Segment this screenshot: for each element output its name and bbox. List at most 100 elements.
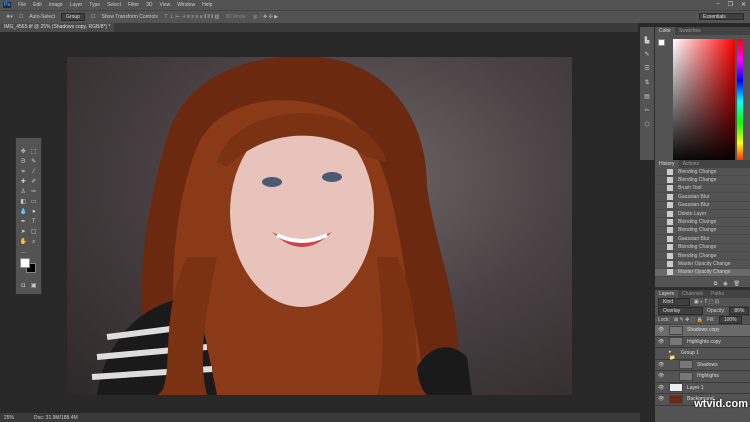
3d-tool-icons[interactable]: ◎ ◌ ✥ ✣ ▶ [253, 14, 278, 20]
gradient-tool-icon[interactable]: ▭ [30, 198, 39, 206]
menu-type[interactable]: Type [89, 2, 100, 8]
close-icon[interactable]: ✕ [741, 1, 746, 8]
pen-tool-icon[interactable]: ✒ [19, 218, 28, 226]
visibility-eye-icon[interactable]: 👁 [658, 362, 665, 368]
visibility-eye-icon[interactable]: 👁 [658, 373, 665, 379]
workspace-select[interactable]: Essentials [699, 13, 744, 20]
hand-tool-icon[interactable]: ✋ [19, 238, 28, 246]
3d-icon[interactable]: ⬡ [644, 121, 649, 128]
blur-tool-icon[interactable]: 💧 [19, 208, 28, 216]
history-item[interactable]: Blending Change [655, 168, 750, 177]
more-tools-icon[interactable]: … [19, 248, 28, 256]
crop-tool-icon[interactable]: ⌗ [19, 168, 28, 176]
history-item[interactable]: Blending Change [655, 244, 750, 252]
menu-image[interactable]: Image [49, 2, 63, 8]
tab-swatches[interactable]: Swatches [675, 28, 705, 34]
history-item[interactable]: Blending Change [655, 218, 750, 227]
menu-layer[interactable]: Layer [70, 2, 83, 8]
zoom-level[interactable]: 25% [4, 415, 14, 421]
menu-view[interactable]: View [160, 2, 171, 8]
type-tool-icon[interactable]: T [30, 218, 39, 226]
brush-tool-icon[interactable]: ✐ [30, 178, 39, 186]
hue-slider[interactable] [737, 39, 743, 164]
menu-edit[interactable]: Edit [33, 2, 42, 8]
zoom-tool-icon[interactable]: ⌕ [30, 238, 39, 246]
history-item[interactable]: Gaussian Blur [655, 235, 750, 244]
healing-tool-icon[interactable]: ✚ [19, 178, 28, 186]
history-item-label: Blending Change [678, 252, 717, 259]
layer-row[interactable]: ▸📁 Group 1 [655, 348, 750, 361]
adjustments-icon[interactable]: ⇅ [644, 79, 649, 86]
history-item[interactable]: Blending Change [655, 227, 750, 236]
menu-filter[interactable]: Filter [128, 2, 139, 8]
history-item[interactable]: Blending Change [655, 252, 750, 261]
menu-select[interactable]: Select [107, 2, 121, 8]
tab-layers[interactable]: Layers [655, 290, 679, 298]
properties-icon[interactable]: ☰ [644, 65, 649, 72]
history-item[interactable]: Gaussian Blur [655, 193, 750, 202]
move-tool-icon[interactable]: ✥▾ [6, 14, 13, 20]
tab-channels[interactable]: Channels [678, 291, 707, 297]
quick-select-tool-icon[interactable]: ✎ [30, 158, 39, 166]
photoshop-logo: Ps [3, 2, 12, 8]
group-select[interactable]: Group [61, 13, 85, 21]
history-item[interactable]: Master Opacity Change [655, 268, 750, 278]
opacity-input[interactable]: 86% [729, 307, 750, 315]
show-transform-checkbox[interactable]: ☐ [91, 14, 95, 20]
visibility-eye-icon[interactable]: 👁 [658, 327, 665, 333]
document-tab[interactable]: IMG_4565.tif @ 25% (Shadows copy, RGB/8*… [0, 23, 115, 32]
foreground-color[interactable] [658, 39, 665, 46]
tab-paths[interactable]: Paths [707, 291, 728, 297]
stamp-tool-icon[interactable]: ♙ [19, 188, 28, 196]
history-item[interactable]: Master Opacity Change [655, 260, 750, 269]
history-item[interactable]: Gaussian Blur [655, 202, 750, 210]
lock-icons[interactable]: ⊠ ✎ ✥ ⬚ 🔒 [674, 317, 703, 323]
marquee-tool-icon[interactable]: ⬚ [30, 148, 39, 156]
layer-row[interactable]: 👁 Highlights copy [655, 337, 750, 348]
shape-tool-icon[interactable]: ▢ [30, 228, 39, 236]
color-swatches[interactable] [20, 258, 37, 274]
history-item[interactable]: Brush Tool [655, 185, 750, 194]
menu-3d[interactable]: 3D [146, 2, 152, 8]
color-field[interactable] [673, 39, 735, 164]
screen-mode-icon[interactable]: ▣ [30, 282, 39, 290]
tab-actions[interactable]: Actions [679, 161, 703, 167]
brush-preset-icon[interactable]: ✎ [644, 51, 649, 58]
layer-row[interactable]: 👁 Highlights [655, 371, 750, 383]
menu-file[interactable]: File [18, 2, 26, 8]
layer-row[interactable]: 👁 Shadows [655, 360, 750, 371]
dodge-tool-icon[interactable]: ● [30, 208, 39, 216]
eraser-tool-icon[interactable]: ◧ [19, 198, 28, 206]
restore-icon[interactable]: ❐ [728, 1, 733, 8]
visibility-eye-icon[interactable]: 👁 [658, 385, 665, 391]
menu-help[interactable]: Help [202, 2, 212, 8]
history-item[interactable]: Blending Change [655, 176, 750, 185]
snapshot-icon[interactable]: ◉ [723, 281, 727, 287]
path-select-icon[interactable]: ➤ [19, 228, 28, 236]
visibility-eye-icon[interactable]: 👁 [658, 339, 665, 345]
visibility-eye-icon[interactable]: 👁 [658, 396, 665, 402]
styles-icon[interactable]: ▤ [644, 93, 650, 100]
move-tool-icon[interactable]: ✥ [19, 148, 28, 156]
trash-icon[interactable]: 🗑 [734, 281, 740, 287]
fill-input[interactable]: 100% [718, 316, 742, 324]
quick-mask-icon[interactable]: ◘ [19, 282, 28, 290]
layer-row[interactable]: 👁 Shadows copy [655, 325, 750, 337]
auto-select-checkbox[interactable]: ☐ [19, 14, 23, 20]
lasso-tool-icon[interactable]: ᘐ [19, 158, 28, 166]
menu-window[interactable]: Window [177, 2, 195, 8]
blend-mode-select[interactable]: Overlay [658, 307, 703, 315]
layer-row[interactable]: 👁 Layer 1 [655, 383, 750, 394]
new-document-icon[interactable]: ⧉ [714, 281, 718, 287]
tab-history[interactable]: History [655, 160, 679, 168]
layer-filter-select[interactable]: Kind [658, 298, 690, 306]
tab-color[interactable]: Color [655, 27, 675, 35]
history-brush-icon[interactable]: ✑ [30, 188, 39, 196]
filter-icons[interactable]: ▣ ◐ T ⬚ ⊡ [694, 299, 719, 305]
eyedropper-tool-icon[interactable]: ⁄ [30, 168, 39, 176]
align-icons[interactable]: ⊤ ⊥ ⊢ ⊣ ≡ ≡ ≡ ≡ ⫴ ⫴ ⫴ ▥ [164, 14, 219, 20]
histogram-icon[interactable]: ▙ [645, 37, 650, 44]
minimize-icon[interactable]: – [716, 1, 719, 8]
history-item[interactable]: Delete Layer [655, 210, 750, 219]
tool-presets-icon[interactable]: ✂ [644, 107, 649, 114]
